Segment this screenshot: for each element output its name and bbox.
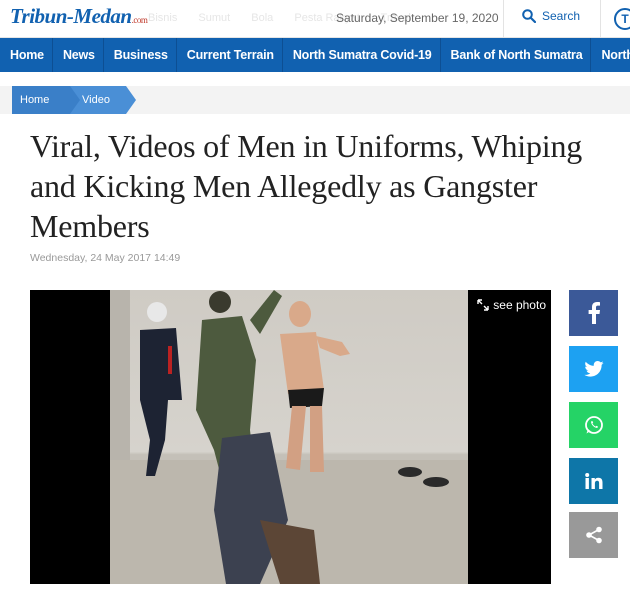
search-label: Search: [542, 9, 581, 23]
logo-text: Tribun-Medan: [10, 4, 132, 28]
current-date: Saturday, September 19, 2020: [336, 11, 499, 25]
whatsapp-share-button[interactable]: [569, 402, 618, 448]
nav-item-covid19[interactable]: North Sumatra Covid-19: [283, 38, 441, 72]
facebook-share-button[interactable]: [569, 290, 618, 336]
share-button[interactable]: [569, 512, 618, 558]
faded-nav-item[interactable]: Bola: [251, 12, 273, 24]
twitter-share-button[interactable]: [569, 346, 618, 392]
see-photo-label: see photo: [493, 298, 546, 312]
top-bar: Tribun-Medan.com Bisnis Sumut Bola Pesta…: [0, 0, 630, 38]
tribun-t-icon[interactable]: T: [614, 8, 630, 30]
linkedin-icon: [584, 473, 602, 489]
nav-item-business[interactable]: Business: [104, 38, 177, 72]
faded-nav-item[interactable]: Bisnis: [148, 12, 177, 24]
linkedin-share-button[interactable]: [569, 458, 618, 504]
twitter-icon: [583, 361, 604, 377]
main-nav: Home News Business Current Terrain North…: [0, 38, 630, 72]
article-title: Viral, Videos of Men in Uniforms, Whipin…: [30, 128, 583, 244]
nav-item-news[interactable]: News: [53, 38, 104, 72]
breadcrumb-home[interactable]: Home: [12, 86, 80, 114]
video-frame: [110, 290, 468, 584]
search-button[interactable]: Search: [522, 9, 580, 23]
share-icon: [585, 526, 602, 544]
article-date: Wednesday, 24 May 2017 14:49: [30, 252, 181, 264]
whatsapp-icon: [584, 416, 603, 434]
expand-icon: [477, 299, 489, 311]
search-icon: [522, 9, 536, 23]
divider: [600, 0, 601, 38]
facebook-icon: [588, 302, 600, 324]
video-player[interactable]: see photo: [30, 290, 551, 584]
nav-item-current-terrain[interactable]: Current Terrain: [177, 38, 283, 72]
nav-item-home[interactable]: Home: [0, 38, 53, 72]
see-photo-button[interactable]: see photo: [477, 298, 546, 312]
divider: [503, 0, 504, 38]
faded-nav-item[interactable]: Sumut: [198, 12, 230, 24]
site-logo[interactable]: Tribun-Medan.com: [10, 4, 148, 29]
breadcrumb: Video Home: [0, 86, 630, 114]
nav-item-north-sumatra[interactable]: North Sumatra: [591, 38, 630, 72]
logo-suffix: .com: [131, 15, 148, 25]
video-thumbnail: [110, 290, 468, 584]
nav-item-bank[interactable]: Bank of North Sumatra: [441, 38, 592, 72]
